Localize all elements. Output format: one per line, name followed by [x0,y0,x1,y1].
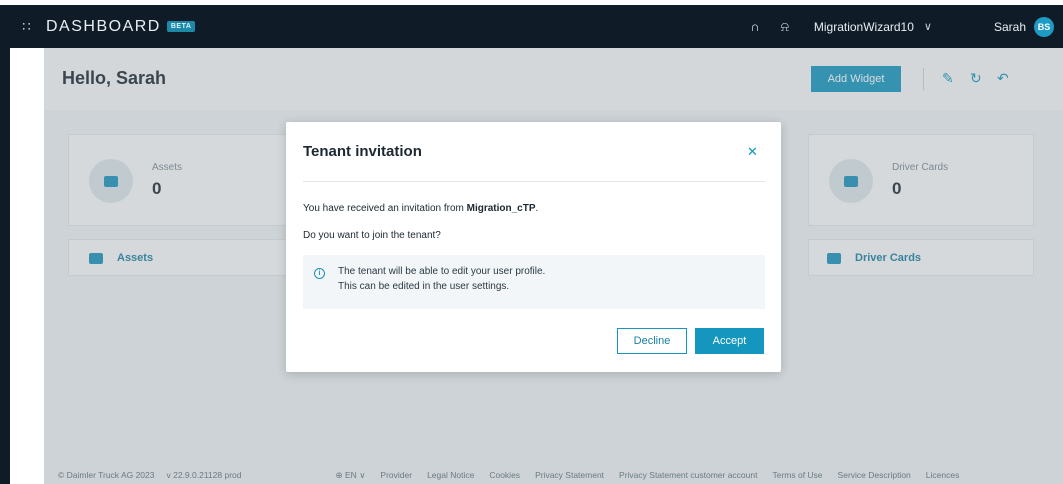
chevron-down-icon: ∨ [923,21,932,33]
dialog-title: Tenant invitation [303,143,422,160]
decline-button[interactable]: Decline [617,328,687,354]
footer-link-privacy-statement[interactable]: Privacy Statement [535,470,604,480]
apps-grid-icon[interactable]: ∷ [10,5,44,48]
footer-link-provider[interactable]: Provider [380,470,412,480]
brand-title[interactable]: DASHBOARD [46,18,161,36]
accept-button[interactable]: Accept [695,328,764,354]
inviting-tenant-name: Migration_cTP [466,203,536,214]
footer-link-privacy-customer[interactable]: Privacy Statement customer account [619,470,757,480]
footer-link-terms[interactable]: Terms of Use [772,470,822,480]
join-question: Do you want to join the tenant? [303,230,441,241]
info-line-2: This can be edited in the user settings. [338,281,510,292]
beta-badge: BETA [166,21,196,32]
footer-link-cookies[interactable]: Cookies [489,470,520,480]
invitation-message: You have received an invitation from Mig… [303,203,539,214]
language-selector[interactable]: ⊕ EN ∨ [336,470,366,481]
footer: © Daimler Truck AG 2023 v 22.9.0.21128 p… [44,466,1063,484]
top-bar-right: ∩ ⍾ MigrationWizard10 ∨ Sarah BS [740,5,1063,48]
footer-link-licences[interactable]: Licences [926,470,960,480]
footer-link-legal-notice[interactable]: Legal Notice [427,470,474,480]
left-edge [0,5,10,484]
dialog-divider [303,181,765,182]
version: v 22.9.0.21128 prod [166,470,242,480]
chevron-down-icon: ∨ [359,469,366,480]
user-name[interactable]: Sarah [994,20,1026,34]
tenant-name: MigrationWizard10 [813,19,914,34]
copyright: © Daimler Truck AG 2023 [58,470,155,480]
globe-icon: ⊕ [335,469,343,480]
tenant-invitation-dialog: Tenant invitation ✕ You have received an… [286,122,781,372]
info-line-1: The tenant will be able to edit your use… [338,266,546,277]
headset-icon[interactable]: ∩ [740,19,770,34]
bell-icon[interactable]: ⍾ [770,19,800,35]
footer-link-service-description[interactable]: Service Description [838,470,911,480]
close-icon[interactable]: ✕ [747,144,758,160]
avatar[interactable]: BS [1034,16,1054,37]
info-icon: i [314,268,325,279]
top-bar: ∷ DASHBOARD BETA ∩ ⍾ MigrationWizard10 ∨… [10,5,1063,48]
info-box: i The tenant will be able to edit your u… [303,255,765,309]
tenant-selector[interactable]: MigrationWizard10 ∨ [814,20,932,34]
